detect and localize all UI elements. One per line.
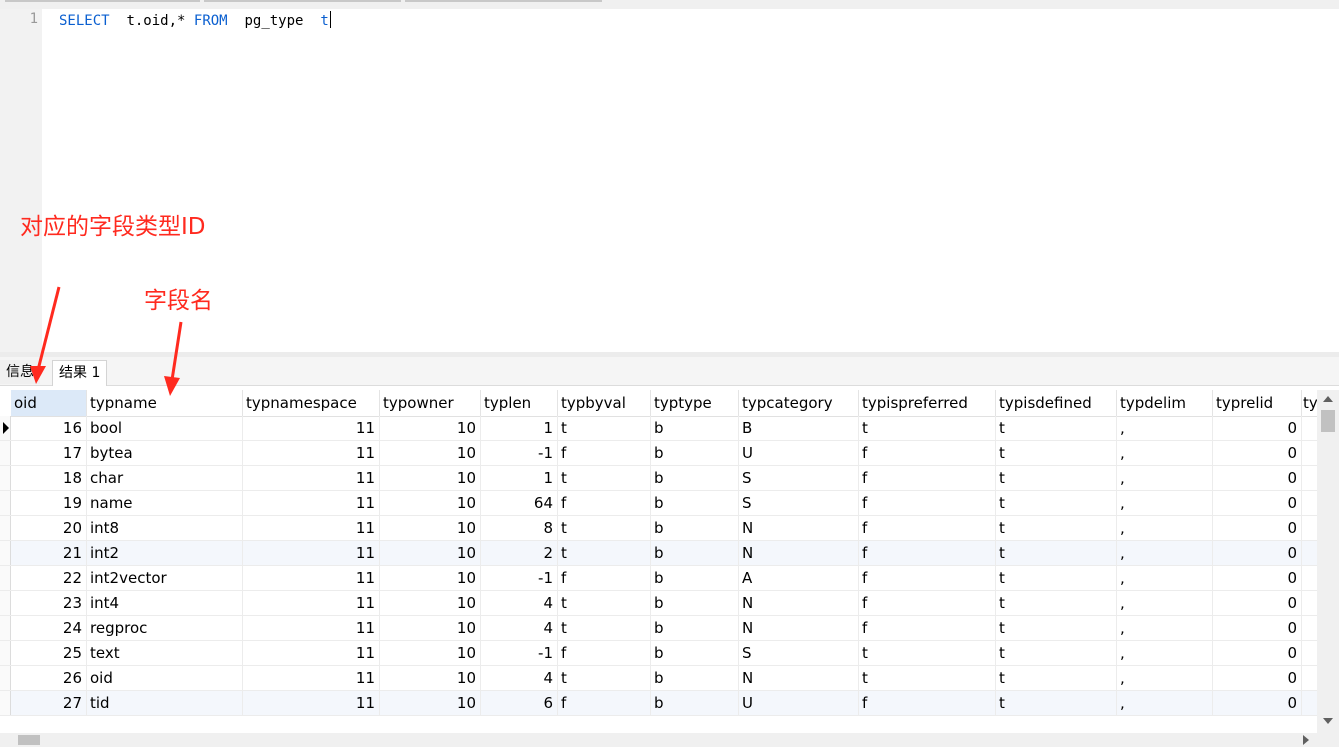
arrow-to-typname-column [170, 321, 183, 381]
annotation-arrows [30, 286, 183, 396]
arrow-to-oid-column [36, 286, 61, 371]
arrowhead-icon [164, 376, 180, 396]
arrowhead-icon [30, 366, 46, 384]
